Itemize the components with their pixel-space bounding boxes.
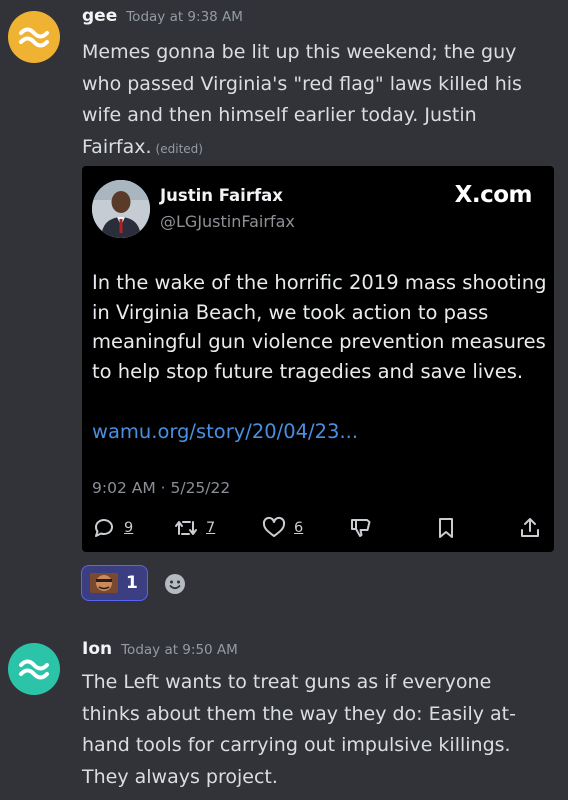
thumbs-down-icon xyxy=(351,519,371,537)
message-content: Memes gonna be lit up this weekend; the … xyxy=(82,37,552,165)
username[interactable]: gee xyxy=(82,6,117,26)
tweet-date[interactable]: 9:02 AM · 5/25/22 xyxy=(92,479,230,497)
x-logo[interactable]: X.com xyxy=(455,182,533,208)
like-count: 6 xyxy=(294,520,304,536)
edited-label: (edited) xyxy=(155,141,203,156)
reaction-pill[interactable]: 1 xyxy=(81,565,148,601)
bookmark-icon xyxy=(439,518,453,538)
tweet-display-name[interactable]: Justin Fairfax xyxy=(160,186,283,205)
bookmark-button[interactable] xyxy=(434,516,458,540)
waves-icon xyxy=(19,659,49,680)
add-reaction-icon[interactable] xyxy=(164,573,186,595)
retweet-button[interactable]: 7 xyxy=(174,516,215,540)
like-button[interactable]: 6 xyxy=(262,516,303,540)
waves-icon xyxy=(19,27,49,48)
tweet-actions: 9 7 6 xyxy=(92,516,544,546)
message-2: Ion Today at 9:50 AM The Left wants to t… xyxy=(0,630,568,800)
reply-count: 9 xyxy=(124,520,134,536)
message-text: Memes gonna be lit up this weekend; the … xyxy=(82,41,522,158)
tweet-embed[interactable]: Justin Fairfax @LGJustinFairfax X.com In… xyxy=(82,166,554,552)
share-icon xyxy=(521,518,539,537)
user-avatar[interactable] xyxy=(8,11,60,63)
message-text: The Left wants to treat guns as if every… xyxy=(82,671,516,788)
retweet-icon xyxy=(175,521,197,535)
message-content: The Left wants to treat guns as if every… xyxy=(82,667,552,793)
reply-button[interactable]: 9 xyxy=(92,516,133,540)
custom-emoji-icon xyxy=(90,573,118,593)
timestamp: Today at 9:38 AM xyxy=(126,9,243,25)
tweet-author-avatar[interactable] xyxy=(92,180,150,238)
dislike-button[interactable] xyxy=(349,516,373,540)
reaction-count: 1 xyxy=(126,573,138,593)
tweet-handle[interactable]: @LGJustinFairfax xyxy=(160,212,295,231)
tweet-link[interactable]: wamu.org/story/20/04/23... xyxy=(92,420,358,443)
share-button[interactable] xyxy=(518,516,542,540)
tweet-text: In the wake of the horrific 2019 mass sh… xyxy=(92,271,547,383)
user-avatar[interactable] xyxy=(8,643,60,695)
portrait-image xyxy=(92,180,150,238)
message-1: gee Today at 9:38 AM Memes gonna be lit … xyxy=(0,0,568,610)
timestamp: Today at 9:50 AM xyxy=(121,642,238,658)
heart-icon xyxy=(262,516,286,537)
reply-icon xyxy=(95,519,113,537)
retweet-count: 7 xyxy=(206,520,216,536)
username[interactable]: Ion xyxy=(82,639,112,659)
